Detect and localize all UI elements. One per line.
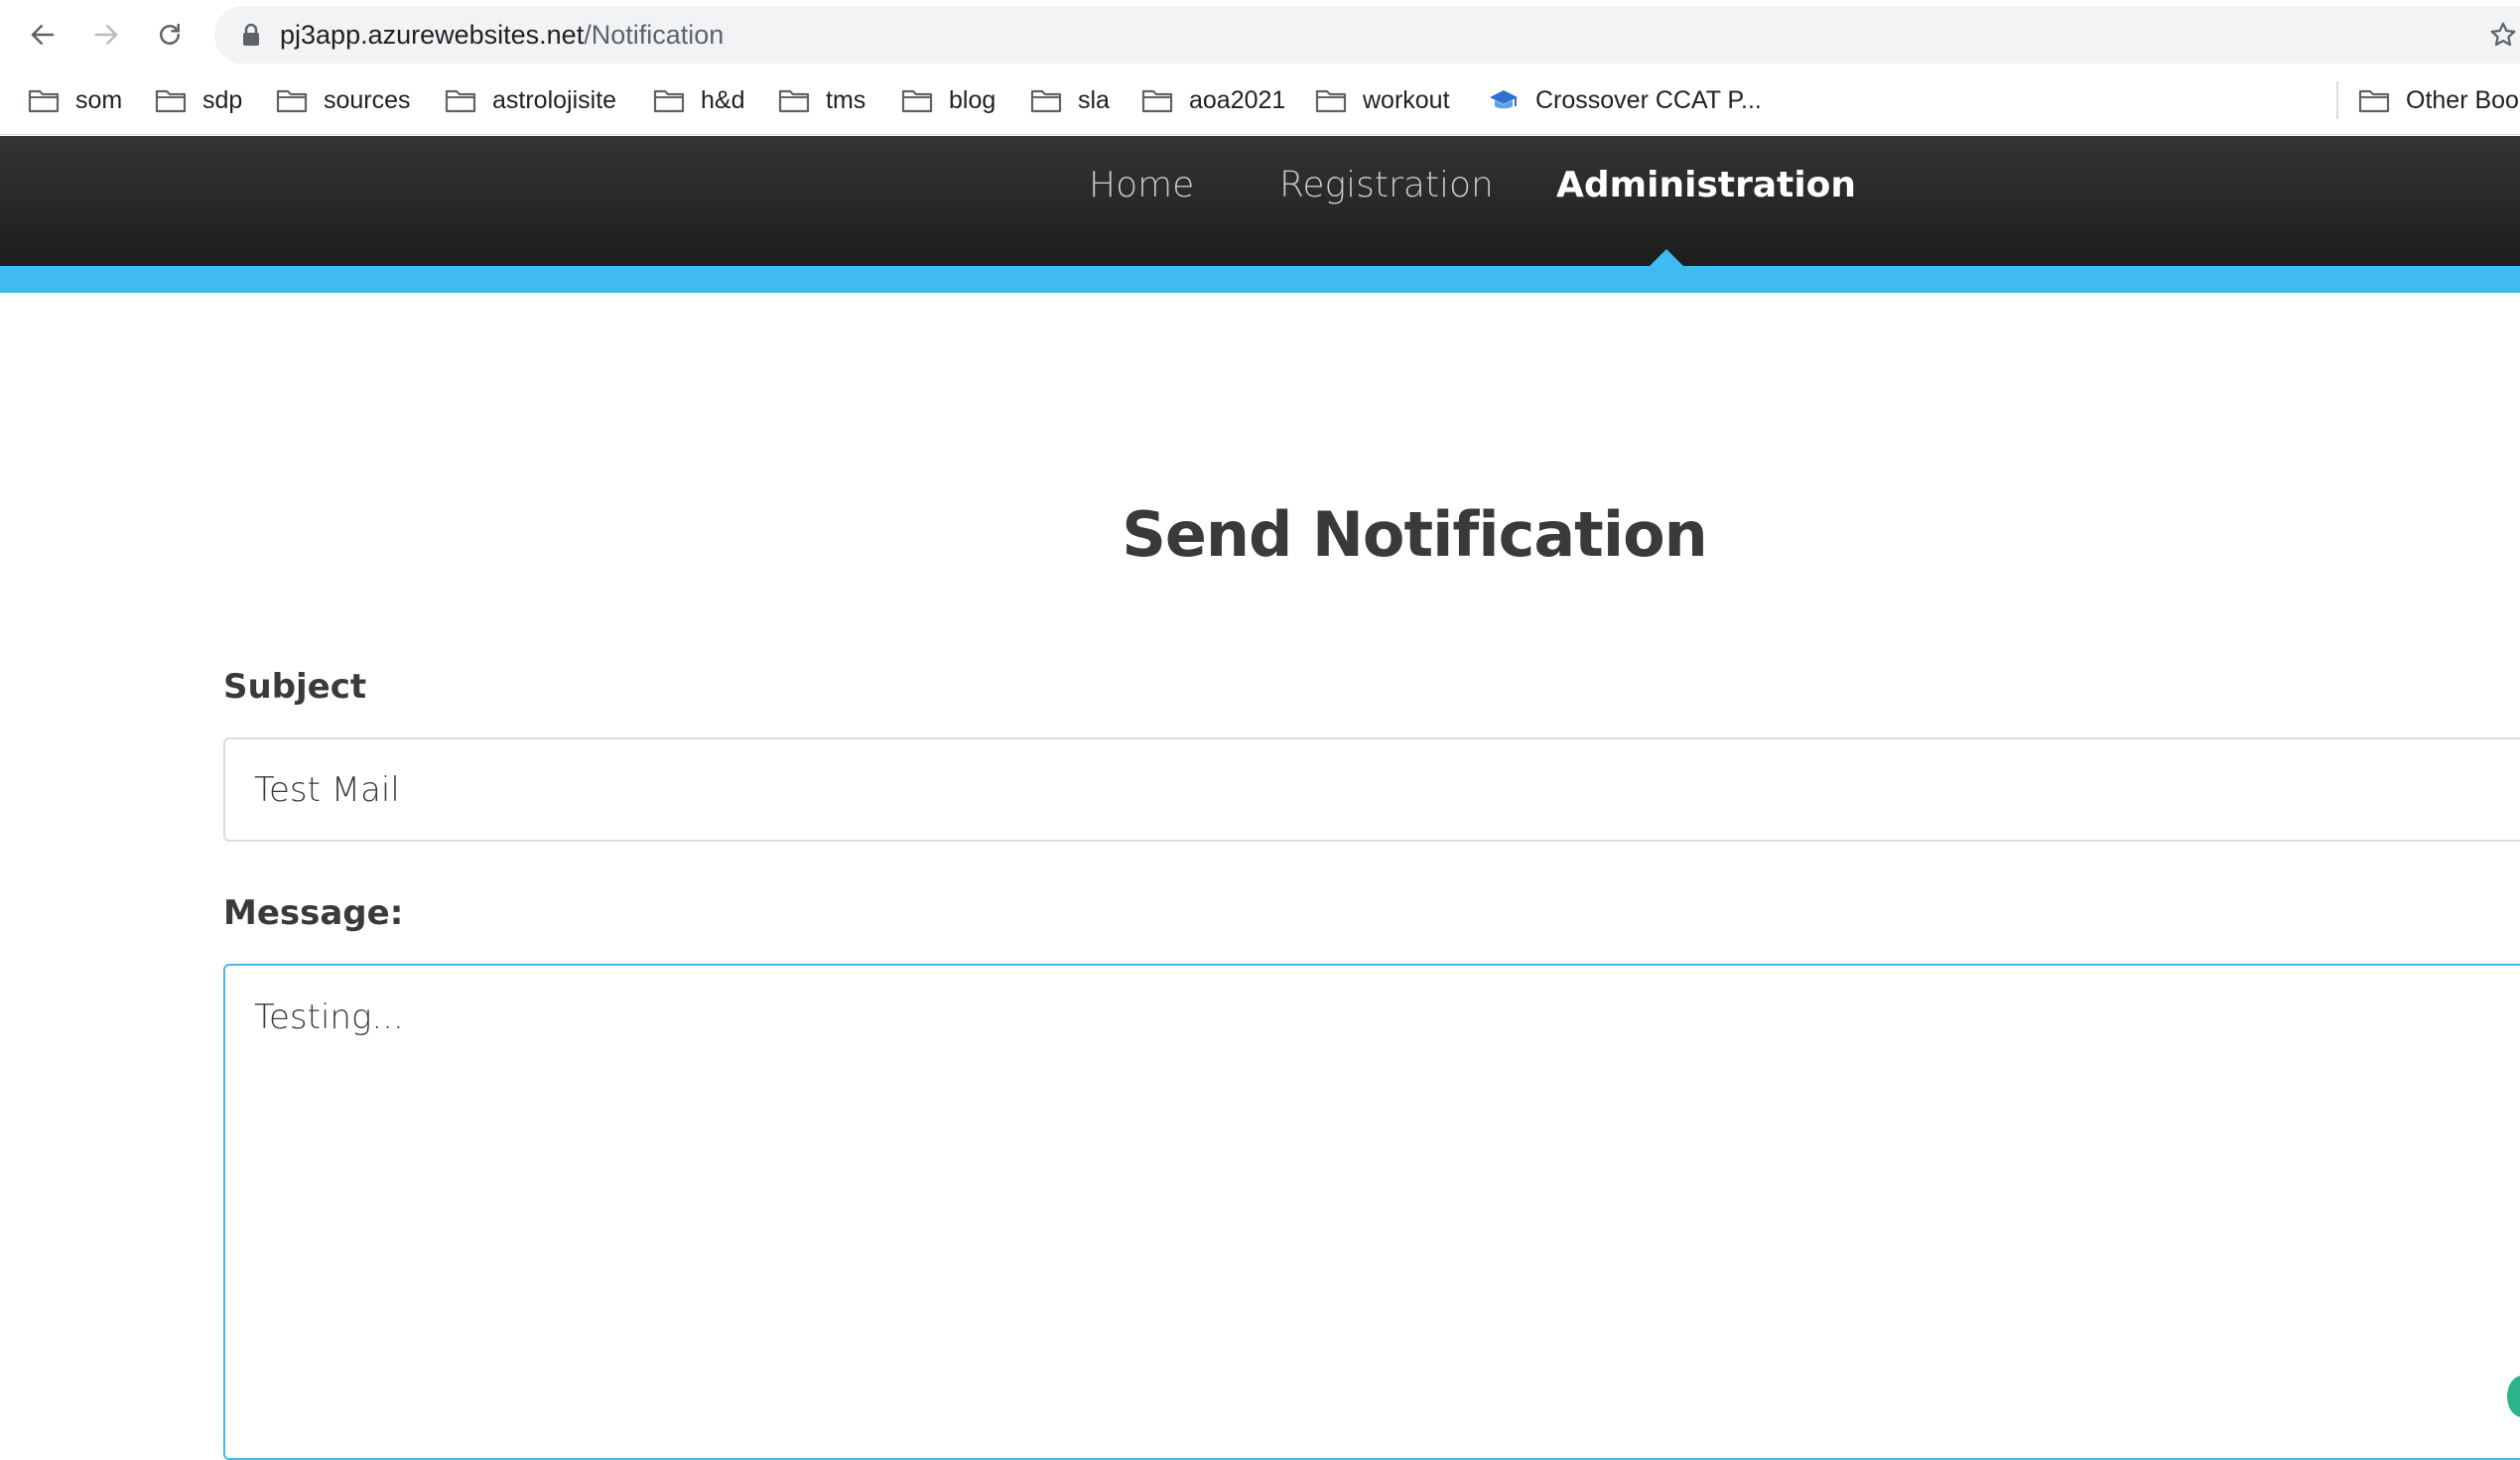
accent-bar — [0, 266, 2520, 293]
url-path: /Notification — [584, 20, 725, 50]
bookmark-label: sources — [324, 85, 411, 114]
folder-icon — [276, 89, 308, 113]
folder-icon — [2358, 89, 2390, 113]
bookmark-blog[interactable]: blog — [901, 83, 995, 117]
subject-input[interactable] — [223, 737, 2520, 842]
bookmark-label: tms — [826, 85, 866, 114]
bookmarks-separator — [2336, 81, 2338, 119]
nav-administration[interactable]: Administration — [1556, 162, 1856, 209]
page-title: Send Notification — [1122, 498, 1708, 571]
nav-home[interactable]: Home — [1089, 162, 1194, 209]
site-navbar: Home Registration Administration — [0, 136, 2520, 266]
bookmark-tms[interactable]: tms — [778, 83, 865, 117]
bookmark-label: blog — [949, 85, 996, 114]
star-icon[interactable] — [2486, 20, 2520, 50]
reload-button[interactable] — [150, 15, 190, 55]
folder-icon — [778, 89, 810, 113]
folder-icon — [445, 89, 476, 113]
bookmark-label: sdp — [202, 85, 243, 114]
folder-icon — [1315, 89, 1347, 113]
bookmark-sdp[interactable]: sdp — [155, 83, 242, 117]
url-text: pj3app.azurewebsites.net/Notification — [280, 19, 724, 51]
other-bookmarks[interactable]: Other Boo — [2358, 83, 2519, 117]
folder-icon — [653, 89, 685, 113]
bookmark-sla[interactable]: sla — [1030, 83, 1110, 117]
message-textarea[interactable]: Testing... — [223, 964, 2520, 1460]
bookmarks-bar: som sdp sources astrolojisite h&d tms bl… — [0, 69, 2520, 135]
bookmark-label: Crossover CCAT P... — [1535, 85, 1762, 114]
bookmark-label: astrolojisite — [492, 85, 617, 114]
arrow-left-icon — [31, 25, 55, 45]
folder-icon — [1141, 89, 1173, 113]
nav-registration[interactable]: Registration — [1279, 162, 1494, 209]
forward-button[interactable] — [86, 15, 126, 55]
browser-toolbar: pj3app.azurewebsites.net/Notification — [0, 0, 2520, 69]
url-host: pj3app.azurewebsites.net — [280, 20, 585, 50]
folder-icon — [1030, 89, 1062, 113]
address-bar[interactable]: pj3app.azurewebsites.net/Notification — [214, 6, 2520, 64]
folder-icon — [155, 89, 187, 113]
back-button[interactable] — [23, 15, 63, 55]
folder-icon — [901, 89, 933, 113]
bookmark-label: aoa2021 — [1189, 85, 1286, 114]
bookmark-som[interactable]: som — [28, 83, 122, 117]
graduation-cap-icon — [1490, 90, 1518, 109]
reload-icon — [160, 23, 180, 45]
bookmark-astrolojisite[interactable]: astrolojisite — [445, 83, 616, 117]
folder-icon — [28, 89, 60, 113]
active-nav-indicator — [1650, 249, 1683, 266]
bookmark-label: h&d — [701, 85, 745, 114]
bookmark-label: sla — [1078, 85, 1110, 114]
bookmark-label: workout — [1363, 85, 1450, 114]
other-bookmarks-label: Other Boo — [2406, 85, 2519, 114]
bookmark-workout[interactable]: workout — [1315, 83, 1450, 117]
lock-icon — [243, 23, 259, 46]
bookmark-crossover-ccat[interactable]: Crossover CCAT P... — [1488, 83, 1762, 117]
bookmark-aoa2021[interactable]: aoa2021 — [1141, 83, 1285, 117]
arrow-right-icon — [94, 25, 118, 45]
subject-label: Subject — [223, 667, 367, 707]
bookmark-h-and-d[interactable]: h&d — [653, 83, 744, 117]
message-label: Message: — [223, 893, 404, 933]
bookmark-label: som — [75, 85, 123, 114]
bookmark-sources[interactable]: sources — [276, 83, 411, 117]
